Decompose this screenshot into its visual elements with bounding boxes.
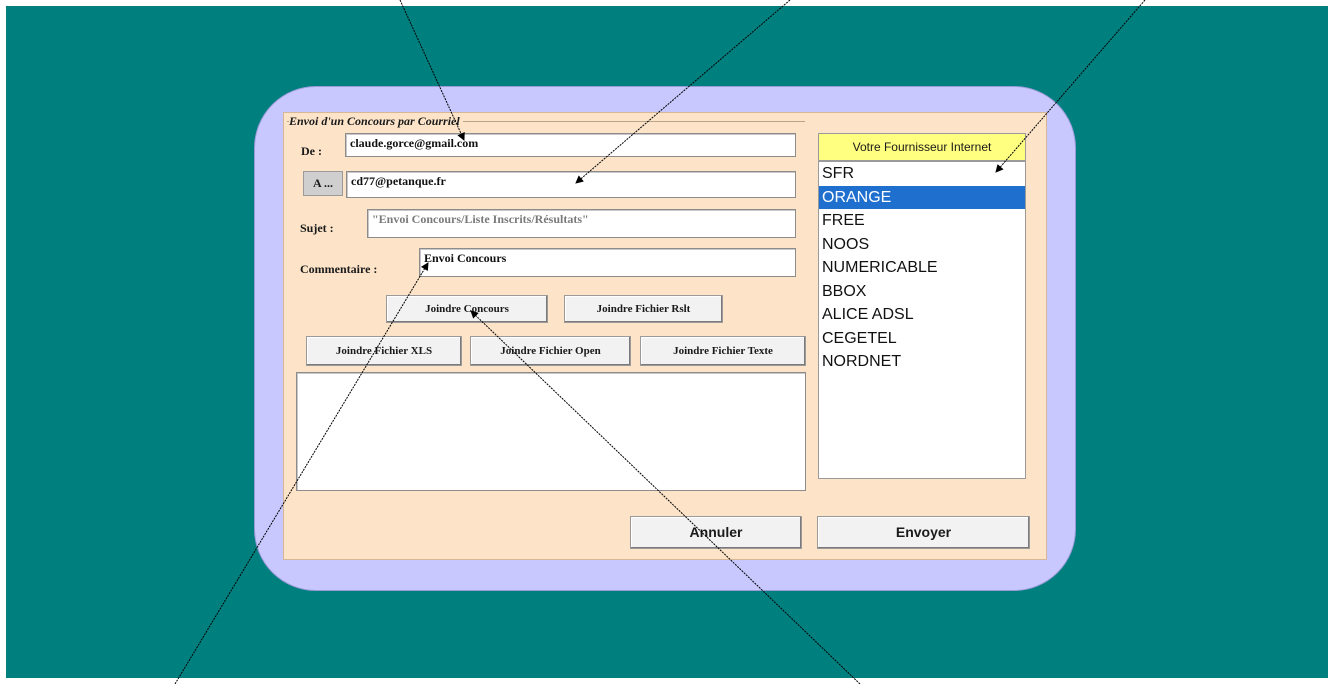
arrow-to-comment-field [174,262,429,684]
arrow-to-to-field [575,0,791,184]
annotation-arrows [174,0,1146,684]
arrow-to-join-contest [470,310,861,684]
arrow-to-from-field [399,0,465,141]
arrow-to-isp-list [995,0,1146,173]
